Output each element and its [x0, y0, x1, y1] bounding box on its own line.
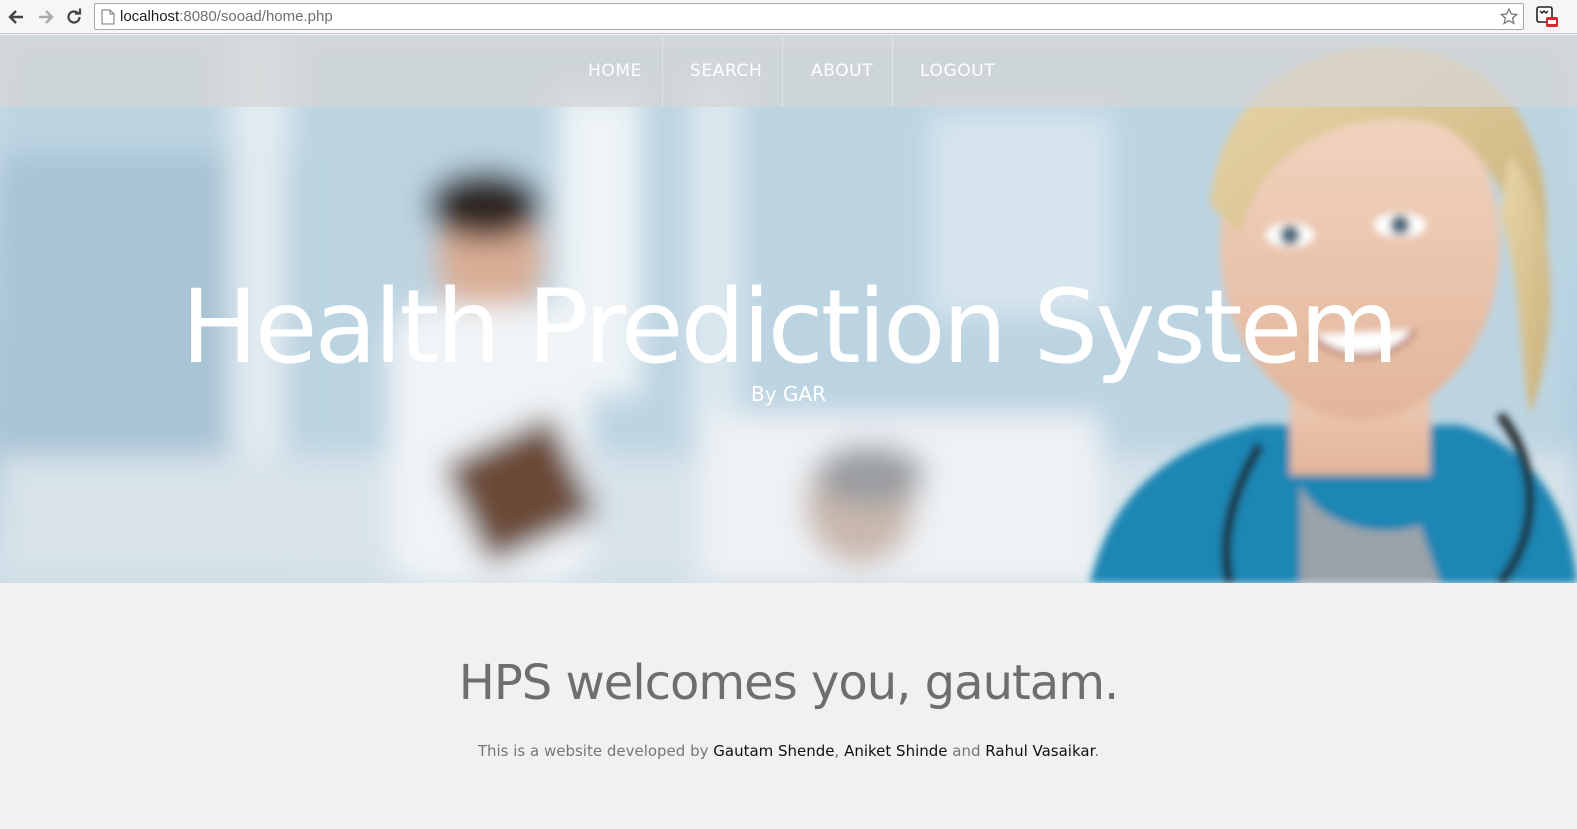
welcome-heading: HPS welcomes you, gautam.	[458, 655, 1119, 711]
author-link-gautam[interactable]: Gautam Shende	[713, 742, 834, 760]
author-link-rahul[interactable]: Rahul Vasaikar	[985, 742, 1094, 760]
nav-logout[interactable]: LOGOUT	[920, 35, 995, 107]
url-text[interactable]: localhost:8080/sooad/home.php	[120, 8, 333, 25]
main-navbar: HOME SEARCH ABOUT LOGOUT	[0, 35, 1577, 107]
extension-icon[interactable]	[1534, 5, 1560, 29]
browser-toolbar: localhost:8080/sooad/home.php	[0, 0, 1577, 34]
credit-separator: and	[947, 742, 986, 760]
credit-suffix: .	[1094, 742, 1100, 760]
nav-search[interactable]: SEARCH	[690, 35, 762, 107]
nav-divider	[662, 35, 663, 107]
credit-prefix: This is a website developed by	[477, 742, 714, 760]
address-bar[interactable]: localhost:8080/sooad/home.php	[94, 3, 1524, 30]
reload-icon[interactable]	[63, 6, 85, 28]
url-host: localhost	[120, 8, 180, 25]
credit-line: This is a website developed by Gautam Sh…	[0, 742, 1577, 760]
nav-home[interactable]: HOME	[588, 35, 642, 107]
back-arrow-icon[interactable]	[5, 6, 27, 28]
author-link-aniket[interactable]: Aniket Shinde	[844, 742, 947, 760]
page-icon	[101, 9, 115, 25]
url-path: :8080/sooad/home.php	[179, 8, 333, 25]
bookmark-star-icon[interactable]	[1499, 7, 1519, 27]
nav-about[interactable]: ABOUT	[811, 35, 873, 107]
forward-arrow-icon[interactable]	[35, 6, 57, 28]
nav-divider	[782, 35, 783, 107]
credit-separator: ,	[834, 742, 845, 760]
hero-subtitle: By GAR	[751, 382, 826, 406]
hero-banner: HOME SEARCH ABOUT LOGOUT Health Predicti…	[0, 35, 1577, 583]
hero-title: Health Prediction System	[181, 268, 1399, 387]
nav-divider	[892, 35, 893, 107]
